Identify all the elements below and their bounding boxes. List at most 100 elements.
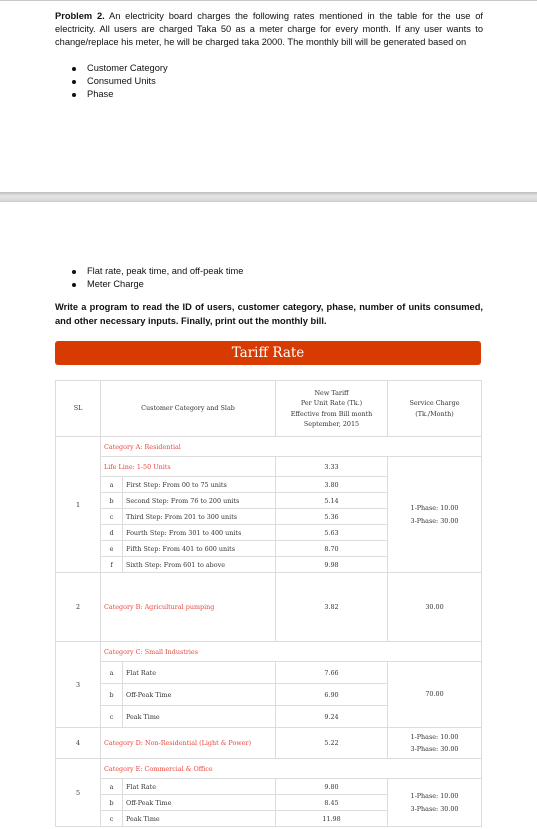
slab-letter: e — [100, 540, 123, 557]
slab-letter: c — [100, 810, 123, 827]
service-line: 1-Phase: 10.00 — [410, 792, 459, 800]
header-rate: New Tariff Per Unit Rate (Tk.) Effective… — [275, 380, 388, 437]
table-row: 5 Category E: Commercial & Office — [55, 758, 482, 827]
problem-text: An electricity board charges the followi… — [55, 11, 483, 48]
slab-letter: a — [100, 476, 123, 493]
rate-cell: 3.33 — [275, 456, 388, 477]
table-row: 1 Category A: Residential — [55, 436, 482, 573]
slab-label: First Step: From 00 to 75 units — [122, 476, 276, 493]
list-item: Phase — [55, 88, 483, 101]
criteria-list: Customer Category Consumed Units Phase — [55, 62, 483, 102]
rate-cell: 5.63 — [275, 524, 388, 541]
service-cell: 1-Phase: 10.00 3-Phase: 30.00 — [387, 456, 482, 573]
service-cell: 1-Phase: 10.00 3-Phase: 30.00 — [387, 778, 482, 827]
rate-cell: 8.70 — [275, 540, 388, 557]
slab-label: Sixth Step: From 601 to above — [122, 556, 276, 573]
service-line: 1-Phase: 10.00 — [410, 504, 459, 512]
slab-letter: f — [100, 556, 123, 573]
category-cell: Category C: Small Industries — [100, 641, 388, 662]
list-item: Customer Category — [55, 62, 483, 75]
rate-cell: 9.24 — [275, 705, 388, 728]
slab-label: Third Step: From 201 to 300 units — [122, 508, 276, 525]
header-rate-line: New Tariff — [314, 388, 349, 397]
rate-cell: 5.14 — [275, 492, 388, 509]
rate-cell: 11.98 — [275, 810, 388, 827]
slab-label: Flat Rate — [122, 778, 276, 795]
sl-cell: 3 — [55, 641, 101, 728]
rate-cell: 9.80 — [275, 778, 388, 795]
problem-label: Problem 2. — [55, 11, 105, 21]
tariff-table: SL Customer Category and Slab New Tariff… — [55, 380, 482, 827]
slab-letter: b — [100, 794, 123, 811]
header-service: Service Charge (Tk./Month) — [387, 380, 482, 437]
list-item: Meter Charge — [55, 278, 483, 291]
service-cell: 30.00 — [387, 572, 482, 642]
slab-label: Off-Peak Time — [122, 794, 276, 811]
service-cell: 70.00 — [387, 661, 482, 728]
tariff-banner: Tariff Rate — [55, 341, 481, 365]
rate-cell: 6.90 — [275, 683, 388, 706]
slab-letter: b — [100, 492, 123, 509]
header-service-line: (Tk./Month) — [415, 409, 454, 418]
page-1-content: Problem 2. An electricity board charges … — [55, 10, 483, 101]
category-cell: Category A: Residential — [100, 436, 388, 457]
header-service-line: Service Charge — [409, 399, 460, 407]
problem-intro: Problem 2. An electricity board charges … — [55, 10, 483, 50]
slab-letter: a — [100, 778, 123, 795]
table-row: 3 Category C: Small Industries — [55, 641, 482, 728]
blank-cell — [387, 758, 482, 779]
slab-label: Fifth Step: From 401 to 600 units — [122, 540, 276, 557]
slab-label: Peak Time — [122, 810, 276, 827]
header-category: Customer Category and Slab — [100, 380, 276, 437]
slab-letter: c — [100, 508, 123, 525]
slab-label: Second Step: From 76 to 200 units — [122, 492, 276, 509]
slab-letter: d — [100, 524, 123, 541]
table-header-row: SL Customer Category and Slab New Tariff… — [55, 380, 482, 437]
service-line: 3-Phase: 30.00 — [410, 745, 459, 753]
rate-cell: 3.80 — [275, 476, 388, 493]
task-statement: Write a program to read the ID of users,… — [55, 302, 483, 326]
rate-cell: 5.36 — [275, 508, 388, 525]
page-2-content: Flat rate, peak time, and off-peak time … — [55, 265, 483, 328]
table-row: a Flat Rate 7.66 70.00 — [56, 661, 482, 728]
slab-label: Off-Peak Time — [122, 683, 276, 706]
category-cell: Category E: Commercial & Office — [100, 758, 388, 779]
category-cell: Category B: Agricultural pumping — [100, 572, 276, 642]
slab-label: Flat Rate — [122, 661, 276, 684]
list-item: Flat rate, peak time, and off-peak time — [55, 265, 483, 278]
blank-cell — [387, 641, 482, 662]
list-item: Consumed Units — [55, 75, 483, 88]
rate-cell: 3.82 — [275, 572, 388, 642]
criteria-list-continued: Flat rate, peak time, and off-peak time … — [55, 265, 483, 291]
rate-cell: 8.45 — [275, 794, 388, 811]
table-row: 4 Category D: Non-Residential (Light & P… — [55, 727, 482, 759]
sl-cell: 2 — [55, 572, 101, 642]
page-top-border — [0, 0, 537, 1]
header-rate-line: September, 2015 — [303, 420, 360, 428]
rate-cell: 5.22 — [275, 727, 388, 759]
slab-letter: a — [100, 661, 123, 684]
header-sl: SL — [55, 380, 101, 437]
service-line: 1-Phase: 10.00 — [410, 732, 459, 741]
slab-label: Peak Time — [122, 705, 276, 728]
service-line: 3-Phase: 30.00 — [410, 804, 459, 813]
category-cell: Category D: Non-Residential (Light & Pow… — [100, 727, 276, 759]
lifeline-cell: Life Line: 1-50 Units — [100, 456, 276, 477]
sl-cell: 4 — [55, 727, 101, 759]
blank-cell — [387, 436, 482, 457]
sl-cell: 5 — [55, 758, 101, 827]
slab-letter: b — [100, 683, 123, 706]
table-row: 2 Category B: Agricultural pumping 3.82 … — [55, 572, 482, 642]
page-break-separator — [0, 192, 537, 202]
table-row: a Flat Rate 9.80 1-Phase: 10.00 3-Phase:… — [56, 778, 482, 827]
service-line: 3-Phase: 30.00 — [410, 516, 459, 525]
header-rate-line: Effective from Bill month — [290, 409, 373, 418]
service-cell: 1-Phase: 10.00 3-Phase: 30.00 — [387, 727, 482, 759]
slab-letter: c — [100, 705, 123, 728]
slab-label: Fourth Step: From 301 to 400 units — [122, 524, 276, 541]
table-row: Life Line: 1-50 Units 3.33 1-Phase: 10.0… — [56, 456, 482, 573]
header-rate-line: Per Unit Rate (Tk.) — [300, 399, 363, 407]
rate-cell: 7.66 — [275, 661, 388, 684]
sl-cell: 1 — [55, 436, 101, 573]
rate-cell: 9.98 — [275, 556, 388, 573]
